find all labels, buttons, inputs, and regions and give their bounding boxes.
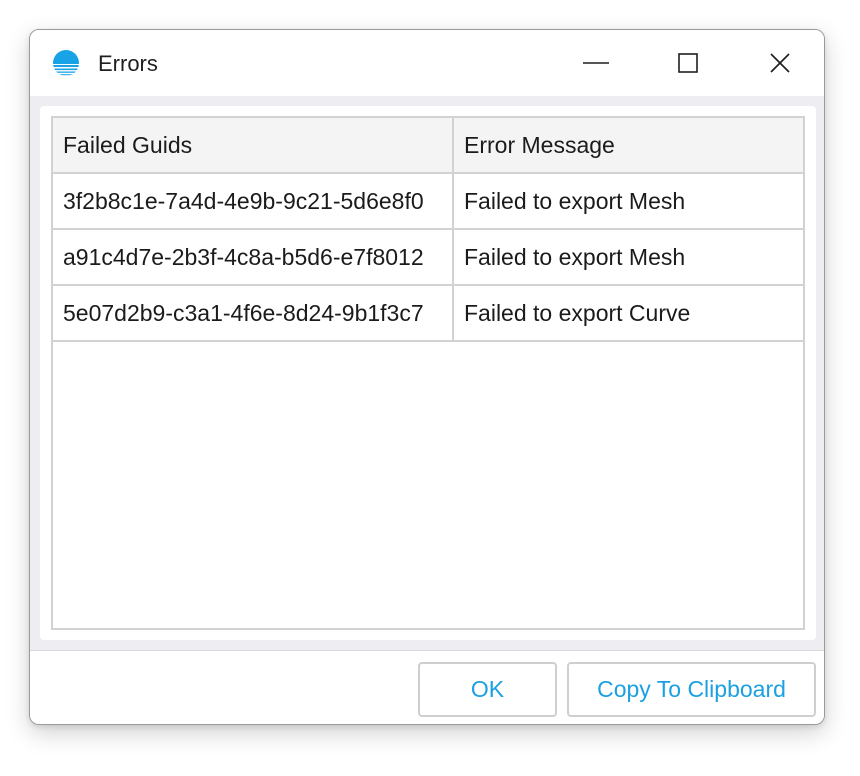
column-header-error-message[interactable]: Error Message	[452, 118, 803, 174]
error-message-cell[interactable]: Failed to export Mesh	[452, 228, 803, 286]
error-message-cell[interactable]: Failed to export Mesh	[452, 172, 803, 230]
ok-button[interactable]: OK	[418, 662, 557, 717]
errors-table: Failed Guids Error Message 3f2b8c1e-7a4d…	[53, 118, 803, 342]
maximize-icon	[678, 53, 698, 73]
table-header-row: Failed Guids Error Message	[53, 118, 803, 174]
error-message-cell[interactable]: Failed to export Curve	[452, 284, 803, 342]
close-icon	[770, 53, 790, 73]
globe-stripes-icon	[53, 50, 79, 76]
copy-to-clipboard-button[interactable]: Copy To Clipboard	[567, 662, 816, 717]
guid-cell[interactable]: a91c4d7e-2b3f-4c8a-b5d6-e7f8012	[53, 228, 454, 286]
minimize-icon	[583, 62, 609, 64]
table-row[interactable]: 3f2b8c1e-7a4d-4e9b-9c21-5d6e8f0 Failed t…	[53, 172, 803, 230]
close-button[interactable]	[734, 30, 824, 96]
errors-grid[interactable]: Failed Guids Error Message 3f2b8c1e-7a4d…	[51, 116, 805, 630]
minimize-button[interactable]	[550, 30, 642, 96]
table-row[interactable]: 5e07d2b9-c3a1-4f6e-8d24-9b1f3c7 Failed t…	[53, 284, 803, 342]
table-row[interactable]: a91c4d7e-2b3f-4c8a-b5d6-e7f8012 Failed t…	[53, 228, 803, 286]
window-title: Errors	[98, 51, 158, 76]
dialog-footer: OK Copy To Clipboard	[30, 650, 824, 724]
guid-cell[interactable]: 5e07d2b9-c3a1-4f6e-8d24-9b1f3c7	[53, 284, 454, 342]
title-bar[interactable]: Errors	[30, 30, 824, 96]
errors-dialog: Errors Failed Guids Error Message 3f2b8c…	[29, 29, 825, 725]
guid-cell[interactable]: 3f2b8c1e-7a4d-4e9b-9c21-5d6e8f0	[53, 172, 454, 230]
content-panel: Failed Guids Error Message 3f2b8c1e-7a4d…	[40, 106, 816, 640]
content-area: Failed Guids Error Message 3f2b8c1e-7a4d…	[30, 96, 824, 650]
maximize-button[interactable]	[642, 30, 734, 96]
column-header-failed-guids[interactable]: Failed Guids	[53, 118, 454, 174]
